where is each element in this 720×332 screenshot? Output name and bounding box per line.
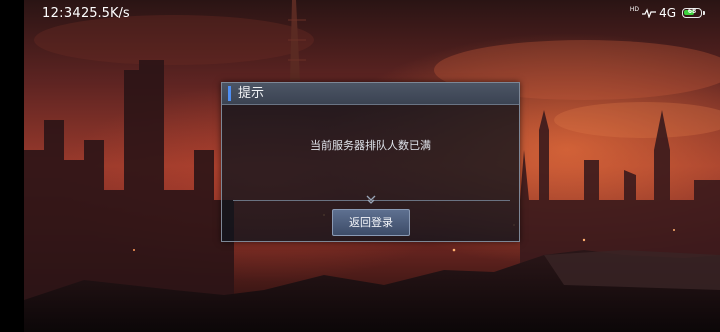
status-time: 12:34	[42, 6, 81, 21]
status-bar: 12:34 25.5K/s HD 4G 68	[24, 0, 720, 26]
battery-cap	[703, 11, 705, 15]
return-login-button[interactable]: 返回登录	[332, 209, 410, 236]
title-accent-bar	[228, 86, 231, 101]
hd-voice-icon: HD	[629, 6, 640, 13]
dialog-header: 提示	[222, 83, 519, 105]
battery-icon: 68	[682, 8, 705, 18]
dialog-message: 当前服务器排队人数已满	[310, 139, 431, 152]
status-indicators: HD 4G 68	[629, 5, 705, 21]
battery-level: 68	[687, 8, 697, 15]
game-screen: 12:34 25.5K/s HD 4G 68 提示 当前服务器排队人数已满 返回…	[0, 0, 720, 332]
chevron-down-icon	[366, 195, 376, 204]
network-speed: 25.5K/s	[81, 6, 130, 21]
notice-dialog: 提示 当前服务器排队人数已满 返回登录	[221, 82, 520, 242]
dialog-title: 提示	[238, 86, 265, 101]
network-type: 4G	[659, 6, 676, 20]
screen-bezel	[0, 0, 24, 332]
signal-icon	[642, 8, 657, 18]
